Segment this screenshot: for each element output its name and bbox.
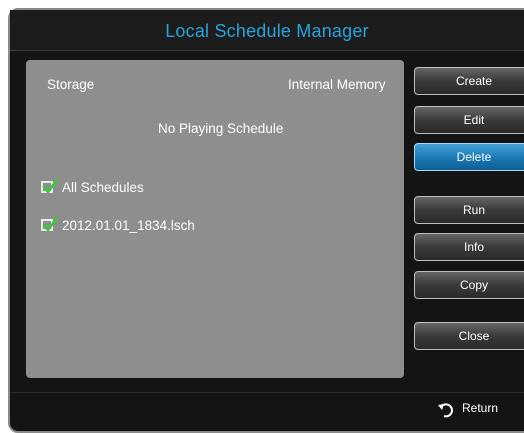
edit-button[interactable]: Edit <box>414 106 524 134</box>
checkbox-schedule-file[interactable] <box>41 217 58 232</box>
copy-button[interactable]: Copy <box>414 271 524 299</box>
title-bar: Local Schedule Manager <box>10 10 524 51</box>
return-label[interactable]: Return <box>462 401 498 415</box>
return-icon[interactable] <box>436 400 456 420</box>
dialog-title: Local Schedule Manager <box>165 21 369 41</box>
info-button[interactable]: Info <box>414 233 524 261</box>
list-item-label: All Schedules <box>62 180 144 195</box>
list-item-label: 2012.01.01_1834.lsch <box>62 218 195 233</box>
checkbox-all-schedules[interactable] <box>41 179 58 194</box>
checkmark-icon <box>42 217 58 232</box>
run-button[interactable]: Run <box>414 196 524 224</box>
storage-value: Internal Memory <box>288 77 386 92</box>
playing-status: No Playing Schedule <box>158 121 284 136</box>
create-button[interactable]: Create <box>414 67 524 95</box>
storage-label: Storage <box>47 77 95 92</box>
delete-button[interactable]: Delete <box>414 143 524 171</box>
checkmark-icon <box>42 179 58 194</box>
close-button[interactable]: Close <box>414 322 524 350</box>
